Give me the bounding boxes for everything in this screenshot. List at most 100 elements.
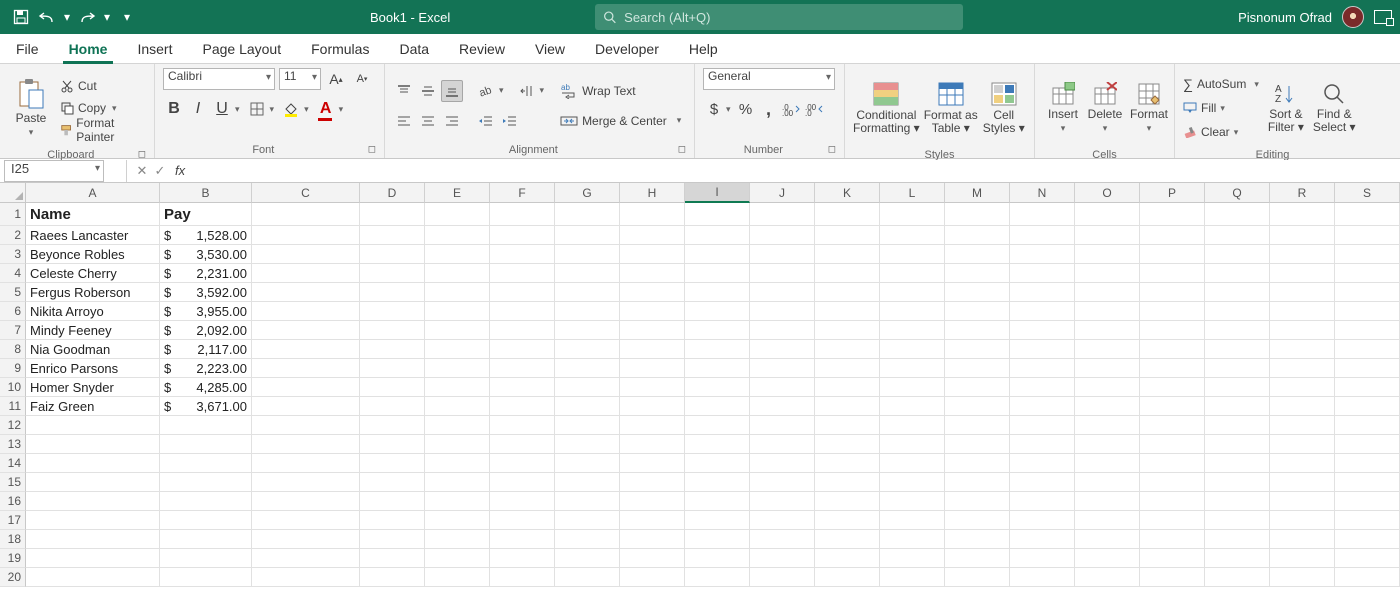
col-header-H[interactable]: H <box>620 183 685 203</box>
cell-L11[interactable] <box>880 397 945 416</box>
comma-format-icon[interactable]: , <box>758 98 780 120</box>
cell-N8[interactable] <box>1010 340 1075 359</box>
cell-C17[interactable] <box>252 511 360 530</box>
cell-R10[interactable] <box>1270 378 1335 397</box>
cell-D12[interactable] <box>360 416 425 435</box>
cell-N3[interactable] <box>1010 245 1075 264</box>
cell-O2[interactable] <box>1075 226 1140 245</box>
cell-R6[interactable] <box>1270 302 1335 321</box>
cell-C7[interactable] <box>252 321 360 340</box>
format-as-table-button[interactable]: Format asTable ▾ <box>924 68 978 148</box>
cell-I12[interactable] <box>685 416 750 435</box>
redo-icon[interactable] <box>76 6 98 28</box>
col-header-B[interactable]: B <box>160 183 252 203</box>
cell-O12[interactable] <box>1075 416 1140 435</box>
cell-K1[interactable] <box>815 203 880 226</box>
cell-E12[interactable] <box>425 416 490 435</box>
cell-F19[interactable] <box>490 549 555 568</box>
cell-R4[interactable] <box>1270 264 1335 283</box>
cell-A11[interactable]: Faiz Green <box>26 397 160 416</box>
cell-H12[interactable] <box>620 416 685 435</box>
cell-N1[interactable] <box>1010 203 1075 226</box>
format-cells-button[interactable]: Format▾ <box>1127 68 1171 148</box>
cell-L1[interactable] <box>880 203 945 226</box>
cell-H7[interactable] <box>620 321 685 340</box>
cell-C4[interactable] <box>252 264 360 283</box>
cell-M9[interactable] <box>945 359 1010 378</box>
undo-icon[interactable] <box>36 6 58 28</box>
cell-E3[interactable] <box>425 245 490 264</box>
cell-Q5[interactable] <box>1205 283 1270 302</box>
cell-A6[interactable]: Nikita Arroyo <box>26 302 160 321</box>
tab-developer[interactable]: Developer <box>589 37 665 63</box>
row-header-3[interactable]: 3 <box>0 245 26 264</box>
cell-P12[interactable] <box>1140 416 1205 435</box>
cell-A9[interactable]: Enrico Parsons <box>26 359 160 378</box>
cell-G10[interactable] <box>555 378 620 397</box>
cell-K17[interactable] <box>815 511 880 530</box>
cell-A1[interactable]: Name <box>26 203 160 226</box>
cell-A4[interactable]: Celeste Cherry <box>26 264 160 283</box>
cell-B10[interactable]: $4,285.00 <box>160 378 252 397</box>
cell-N11[interactable] <box>1010 397 1075 416</box>
cell-M13[interactable] <box>945 435 1010 454</box>
cell-A7[interactable]: Mindy Feeney <box>26 321 160 340</box>
cell-H13[interactable] <box>620 435 685 454</box>
cell-F5[interactable] <box>490 283 555 302</box>
cell-H8[interactable] <box>620 340 685 359</box>
cell-B19[interactable] <box>160 549 252 568</box>
cell-M12[interactable] <box>945 416 1010 435</box>
decrease-font-icon[interactable]: A▾ <box>351 68 373 90</box>
col-header-J[interactable]: J <box>750 183 815 203</box>
cell-C13[interactable] <box>252 435 360 454</box>
cell-J2[interactable] <box>750 226 815 245</box>
increase-font-icon[interactable]: A▴ <box>325 68 347 90</box>
cell-P2[interactable] <box>1140 226 1205 245</box>
row-header-18[interactable]: 18 <box>0 530 26 549</box>
row-header-1[interactable]: 1 <box>0 203 26 226</box>
cell-P16[interactable] <box>1140 492 1205 511</box>
merge-center-button[interactable]: Merge & Center▾ <box>560 111 681 131</box>
cell-G11[interactable] <box>555 397 620 416</box>
cell-F16[interactable] <box>490 492 555 511</box>
cell-O20[interactable] <box>1075 568 1140 587</box>
cell-K10[interactable] <box>815 378 880 397</box>
cell-F13[interactable] <box>490 435 555 454</box>
cell-A5[interactable]: Fergus Roberson <box>26 283 160 302</box>
cell-B15[interactable] <box>160 473 252 492</box>
cell-A10[interactable]: Homer Snyder <box>26 378 160 397</box>
cell-K3[interactable] <box>815 245 880 264</box>
cell-B13[interactable] <box>160 435 252 454</box>
cell-E4[interactable] <box>425 264 490 283</box>
cell-G14[interactable] <box>555 454 620 473</box>
ribbon-display-icon[interactable] <box>1374 10 1392 24</box>
cell-D8[interactable] <box>360 340 425 359</box>
cell-L19[interactable] <box>880 549 945 568</box>
delete-cells-button[interactable]: Delete▾ <box>1085 68 1125 148</box>
cell-J16[interactable] <box>750 492 815 511</box>
cell-I4[interactable] <box>685 264 750 283</box>
cell-O6[interactable] <box>1075 302 1140 321</box>
undo-dropdown-icon[interactable]: ▾ <box>62 6 72 28</box>
cell-B16[interactable] <box>160 492 252 511</box>
cell-R13[interactable] <box>1270 435 1335 454</box>
cell-H15[interactable] <box>620 473 685 492</box>
cell-D10[interactable] <box>360 378 425 397</box>
cell-F2[interactable] <box>490 226 555 245</box>
cell-Q8[interactable] <box>1205 340 1270 359</box>
cell-F12[interactable] <box>490 416 555 435</box>
cell-F6[interactable] <box>490 302 555 321</box>
italic-button[interactable]: I <box>187 98 209 120</box>
row-header-5[interactable]: 5 <box>0 283 26 302</box>
cell-N4[interactable] <box>1010 264 1075 283</box>
cell-M1[interactable] <box>945 203 1010 226</box>
cell-I6[interactable] <box>685 302 750 321</box>
cell-L13[interactable] <box>880 435 945 454</box>
cell-H11[interactable] <box>620 397 685 416</box>
cell-C19[interactable] <box>252 549 360 568</box>
cell-C16[interactable] <box>252 492 360 511</box>
cell-C11[interactable] <box>252 397 360 416</box>
cell-F7[interactable] <box>490 321 555 340</box>
cell-R15[interactable] <box>1270 473 1335 492</box>
cell-J11[interactable] <box>750 397 815 416</box>
